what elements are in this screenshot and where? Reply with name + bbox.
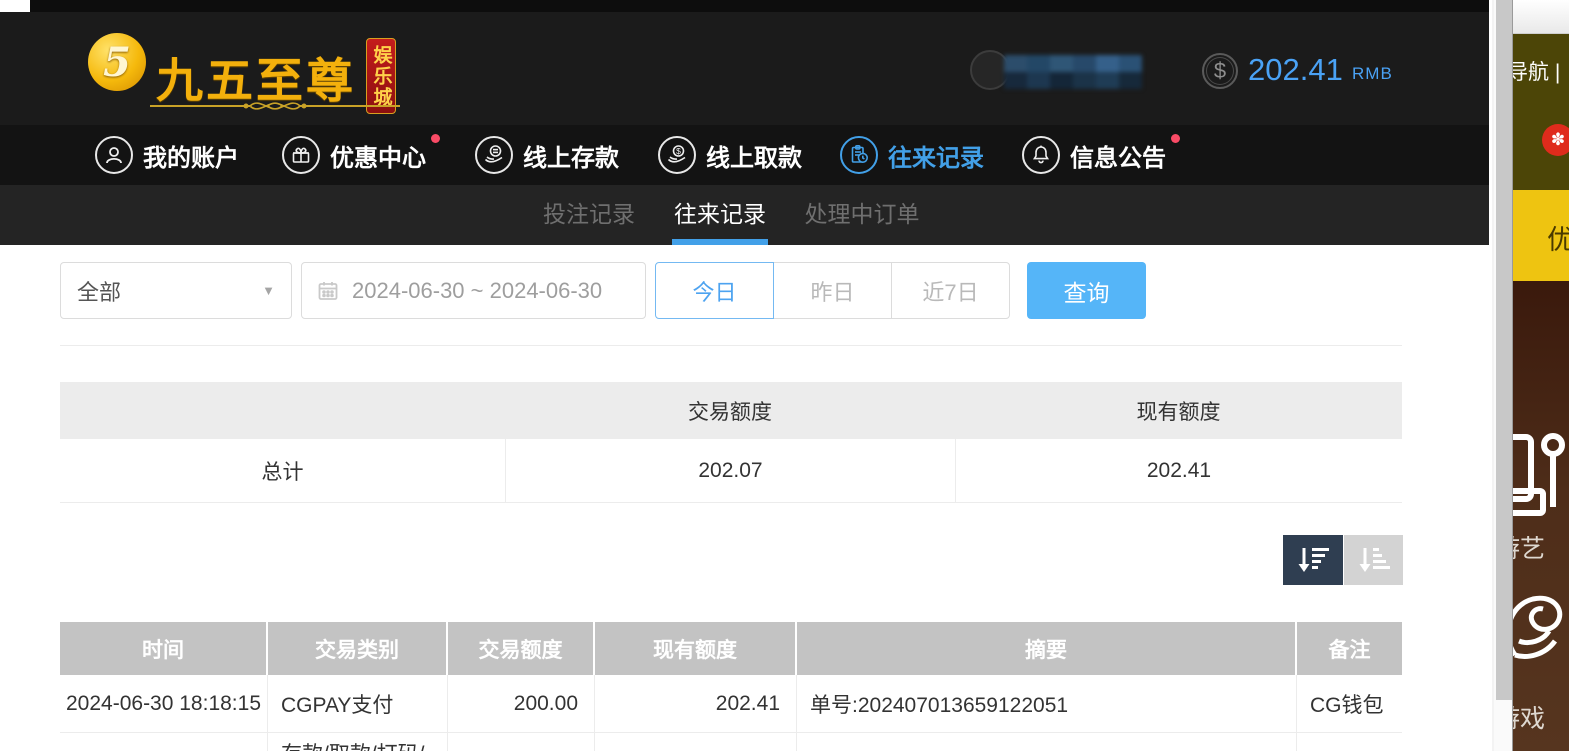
page-root: 5 九五至尊 娱乐城 $ 202.41 RMB 我的账户 优惠中心 线上存款 $… [0,0,1569,751]
record-tabs: 投注记录 往来记录 处理中订单 [0,185,1489,245]
summary-table: 交易额度 现有额度 总计 202.07 202.41 [60,382,1402,503]
tab-label: 往来记录 [674,201,766,227]
gift-icon [282,136,320,174]
col-header-balance: 现有额度 [595,622,797,675]
summary-header-balance: 现有额度 [1136,400,1221,424]
svg-text:$: $ [676,146,681,156]
records-table: 时间 交易类别 交易额度 现有额度 摘要 备注 2024-06-30 18:18… [60,622,1402,751]
username-blurred [1004,55,1142,89]
tab-processing-orders[interactable]: 处理中订单 [805,185,920,245]
tab-bet-records[interactable]: 投注记录 [543,185,635,245]
nav-label: 我的账户 [143,144,239,172]
table-row: 2024-06-30 18:18:15 CGPAY支付 200.00 202.4… [60,675,1402,733]
cell-type: CGPAY支付 [268,675,448,732]
deposit-icon [475,136,513,174]
summary-header-row: 交易额度 现有额度 [60,382,1402,439]
cell-type: 存款/取款/打码/ [268,733,448,751]
nav-label: 往来记录 [888,144,984,172]
notification-dot [431,133,440,143]
records-icon [840,136,878,174]
cell-remark: CG钱包 [1310,693,1384,717]
balance-amount: 202.41 [1248,52,1343,87]
col-header-remark: 备注 [1328,638,1371,662]
type-select-value: 全部 [77,279,122,305]
section-divider [60,345,1402,346]
col-header-time: 时间 [60,622,268,675]
nav-label: 信息公告 [1070,133,1180,173]
nav-item-deposit[interactable]: 线上存款 [475,136,619,174]
site-header: 5 九五至尊 娱乐城 $ 202.41 RMB [0,12,1489,125]
last7days-button[interactable]: 近7日 [891,262,1010,319]
calendar-icon [318,281,338,300]
browser-scrollbar[interactable] [1492,0,1514,751]
notification-dot [1171,133,1180,143]
chevron-down-icon: ▼ [262,283,275,298]
shell-icon [1513,595,1563,659]
yesterday-button[interactable]: 昨日 [773,262,892,319]
background-window-navband: 导航 | ✽ [1513,34,1569,190]
type-select[interactable]: 全部 ▼ [60,262,292,319]
promo-char[interactable]: 优 [1547,218,1569,257]
nav-item-announcements[interactable]: 信息公告 [1022,133,1180,174]
cell-time [60,733,268,751]
background-window: 导航 | ✽ 优 游艺 游戏 [1512,0,1569,751]
nav-item-my-account[interactable]: 我的账户 [95,136,239,174]
flag-flower-icon[interactable]: ✽ [1542,124,1569,156]
bell-icon [1022,136,1060,174]
nav-label: 线上取款 [706,144,802,172]
brand-logo-badge-icon[interactable]: 5 [88,33,146,91]
cell-trade-amount [448,733,595,751]
top-corner-gap [0,0,30,12]
cell-balance [595,733,797,751]
main-window: 5 九五至尊 娱乐城 $ 202.41 RMB 我的账户 优惠中心 线上存款 $… [0,0,1489,751]
cell-remark [1297,733,1402,751]
search-button[interactable]: 查询 [1027,262,1146,319]
nav-item-promotions[interactable]: 优惠中心 [282,133,440,174]
col-header-trade-amount: 交易额度 [448,622,595,675]
cell-trade-amount: 200.00 [448,675,595,732]
table-row-partial: 存款/取款/打码/ [60,733,1402,751]
active-tab-underline [672,239,768,245]
dollar-coin-icon: $ [1202,53,1238,89]
background-window-menu: 游艺 游戏 [1513,281,1569,751]
user-icon [95,136,133,174]
summary-total-row: 总计 202.07 202.41 [60,439,1402,503]
sort-ascending-icon [1359,548,1390,572]
date-range-input[interactable]: 2024-06-30 ~ 2024-06-30 [301,262,646,319]
balance-currency: RMB [1352,64,1393,83]
cell-balance: 202.41 [595,675,797,732]
col-header-type: 交易类别 [268,622,448,675]
col-header-summary: 摘要 [797,622,1297,675]
game-category-label[interactable]: 游戏 [1513,699,1545,735]
top-strip [0,0,1489,12]
tab-transaction-records[interactable]: 往来记录 [672,185,768,245]
quick-range-group: 今日 昨日 近7日 [655,262,1010,319]
records-header-row: 时间 交易类别 交易额度 现有额度 摘要 备注 [60,622,1402,675]
summary-total-label: 总计 [261,460,304,484]
cell-summary [797,733,1297,751]
nav-item-records[interactable]: 往来记录 [840,136,984,174]
arcade-machine-icon [1513,433,1565,516]
background-nav-text[interactable]: 导航 | [1513,56,1560,86]
sort-ascending-button[interactable] [1344,535,1403,585]
flourish-icon [150,102,400,110]
sort-descending-button[interactable] [1283,535,1343,585]
background-window-titlebar [1513,0,1569,34]
summary-trade-total: 202.07 [505,439,955,502]
date-range-value: 2024-06-30 ~ 2024-06-30 [352,277,603,303]
cell-time: 2024-06-30 18:18:15 [60,675,268,732]
today-button[interactable]: 今日 [655,262,774,319]
nav-label: 优惠中心 [330,133,440,173]
main-nav: 我的账户 优惠中心 线上存款 $ 线上取款 往来记录 信息公告 [0,125,1489,185]
background-window-promo-band: 优 [1513,190,1569,281]
nav-label: 线上存款 [523,144,619,172]
nav-item-withdraw[interactable]: $ 线上取款 [658,136,802,174]
cell-summary: 单号:202407013659122051 [797,675,1297,732]
summary-balance-total: 202.41 [955,439,1402,502]
summary-header-trade: 交易额度 [688,400,772,424]
sort-descending-icon [1298,548,1329,572]
game-category-label[interactable]: 游艺 [1513,529,1545,565]
withdraw-icon: $ [658,136,696,174]
